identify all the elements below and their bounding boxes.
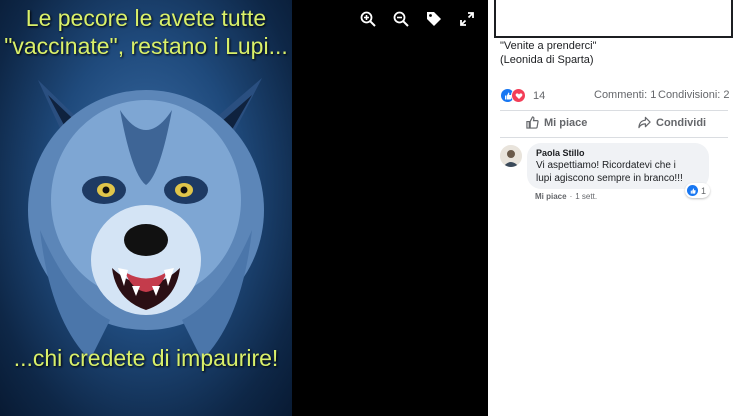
share-button[interactable]: Condividi [638,116,706,129]
like-button-label: Mi piace [544,116,588,129]
reactions-summary[interactable]: 14 [500,88,545,103]
tag-icon[interactable] [423,8,445,30]
post-text-attribution: (Leonida di Sparta) [500,54,594,66]
fullscreen-icon[interactable] [456,8,478,30]
love-reaction-icon [511,88,526,103]
zoom-out-icon[interactable] [390,8,412,30]
shares-count-link[interactable]: Condivisioni: 2 [658,89,730,101]
thumbs-up-icon [526,116,539,129]
reaction-count: 14 [533,89,546,102]
comments-count-link[interactable]: Commenti: 1 [594,89,656,101]
image-caption-top: Le pecore le avete tutte "vaccinate", re… [4,5,288,59]
like-button[interactable]: Mi piace [526,116,587,129]
share-button-label: Condividi [656,116,707,129]
wolf-photo: Le pecore le avete tutte "vaccinate", re… [0,0,292,416]
comment-reaction-count: 1 [701,185,707,196]
comment-reaction-badge[interactable]: 1 [685,183,711,198]
meta-separator: · [569,192,573,201]
comment-timestamp[interactable]: 1 sett. [575,192,597,201]
redacted-header-box [494,0,733,38]
comment-like-link[interactable]: Mi piace [535,192,567,201]
comment-text-line2: lupi agiscono sempre in branco!!! [536,173,683,184]
post-text-quote: "Venite a prenderci" [500,40,597,52]
image-caption-bottom: ...chi credete di impaurire! [13,345,279,371]
zoom-in-icon[interactable] [357,8,379,30]
like-reaction-icon [687,185,698,196]
comment-meta: Mi piace · 1 sett. [535,192,597,201]
share-arrow-icon [638,116,651,129]
comment-author[interactable]: Paola Stillo [536,148,585,158]
avatar[interactable] [500,145,522,167]
divider [500,137,728,138]
comment-text-line1: Vi aspettiamo! Ricordatevi che i [536,160,676,171]
divider [500,110,728,111]
comment-bubble: Paola Stillo Vi aspettiamo! Ricordatevi … [527,143,709,189]
post-panel: "Venite a prenderci" (Leonida di Sparta)… [488,0,735,416]
photo-viewer: Le pecore le avete tutte "vaccinate", re… [0,0,488,416]
